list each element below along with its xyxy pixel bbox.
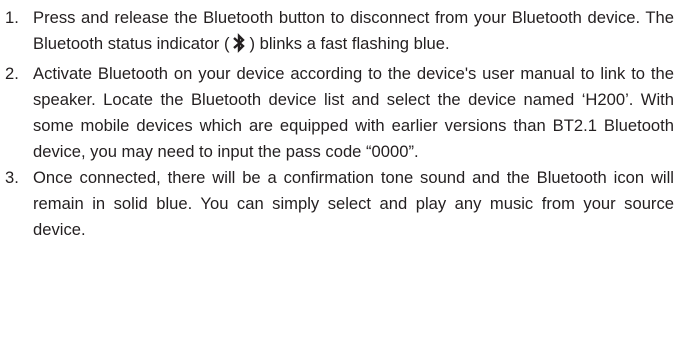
step-3: 3. Once connected, there will be a confi… xyxy=(5,165,674,243)
step-text: Press and release the Bluetooth button t… xyxy=(33,5,674,61)
instruction-list: 1. Press and release the Bluetooth butto… xyxy=(0,0,680,243)
step-text-after-icon: ) blinks a fast flashing blue. xyxy=(249,34,450,53)
step-number: 2. xyxy=(5,64,19,83)
step-1: 1. Press and release the Bluetooth butto… xyxy=(5,5,674,61)
step-text: Activate Bluetooth on your device accord… xyxy=(33,64,674,161)
step-number: 1. xyxy=(5,8,19,27)
bluetooth-icon xyxy=(231,33,247,61)
step-2: 2. Activate Bluetooth on your device acc… xyxy=(5,61,674,165)
step-number: 3. xyxy=(5,168,19,187)
step-text: Once connected, there will be a confirma… xyxy=(33,168,674,239)
